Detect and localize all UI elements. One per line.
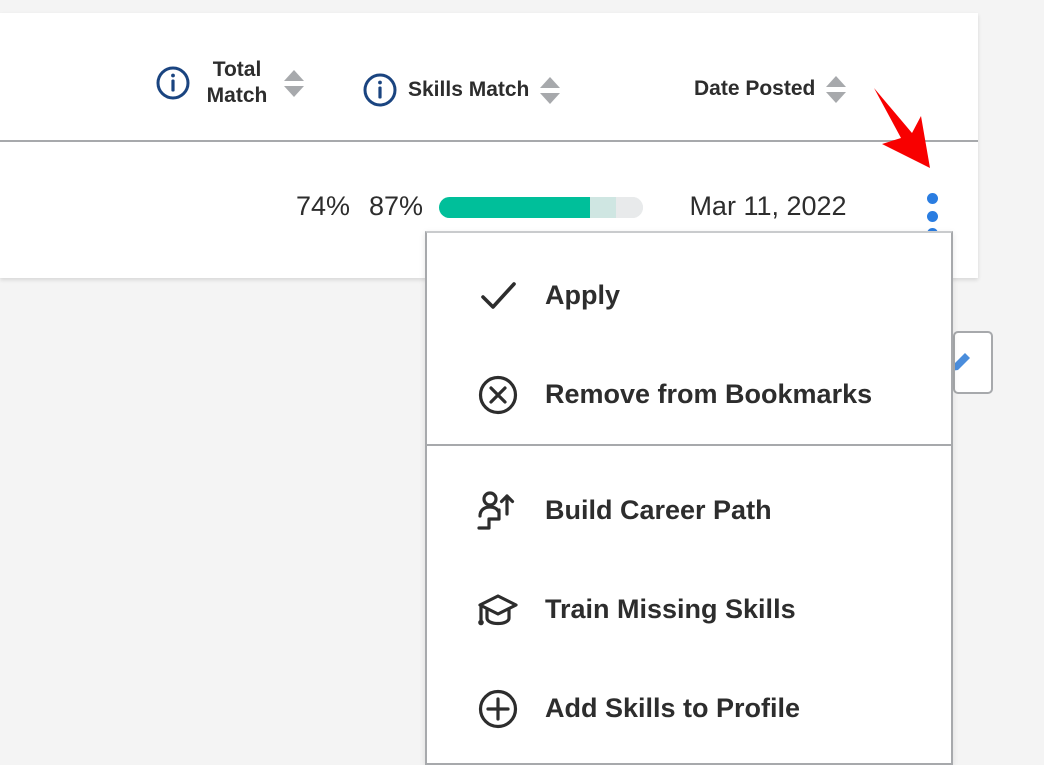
sort-toggle-date-posted[interactable] — [825, 72, 847, 106]
menu-item-build-career-path[interactable]: Build Career Path — [427, 461, 951, 560]
column-header-label: Skills Match — [408, 77, 530, 101]
sort-ascending-icon[interactable] — [284, 69, 304, 81]
cell-skills-match-percent: 87% — [368, 191, 423, 221]
menu-item-remove-from-bookmarks[interactable]: Remove from Bookmarks — [427, 345, 951, 444]
sort-descending-icon[interactable] — [540, 92, 561, 104]
column-header-label: Total Match — [206, 58, 268, 108]
edit-chip-partial[interactable] — [953, 331, 993, 394]
sort-descending-icon[interactable] — [284, 85, 304, 97]
cell-total-match: 74% — [295, 191, 350, 221]
plus-circle-icon — [475, 686, 521, 732]
menu-item-label: Add Skills to Profile — [545, 693, 801, 723]
menu-item-train-missing-skills[interactable]: Train Missing Skills — [427, 560, 951, 659]
menu-item-label: Apply — [545, 280, 621, 310]
skills-match-progress-bar — [439, 197, 643, 218]
sort-ascending-icon[interactable] — [826, 75, 847, 87]
menu-item-apply[interactable]: Apply — [427, 246, 951, 345]
menu-item-label: Build Career Path — [545, 495, 772, 525]
table-header-row: Total Match Skills Match Date Posted — [0, 13, 978, 142]
person-stairs-arrow-icon — [475, 488, 521, 534]
menu-group-secondary: Build Career Path Train Missing Skills A… — [427, 444, 951, 758]
pencil-icon — [955, 353, 970, 371]
menu-item-add-skills-to-profile[interactable]: Add Skills to Profile — [427, 659, 951, 758]
progress-segment-secondary — [589, 197, 617, 218]
column-header-label: Date Posted — [694, 76, 816, 100]
check-icon — [475, 273, 521, 319]
menu-item-label: Train Missing Skills — [545, 594, 796, 624]
sort-ascending-icon[interactable] — [540, 76, 561, 88]
sort-toggle-skills-match[interactable] — [539, 73, 561, 107]
circle-x-icon — [475, 372, 521, 418]
menu-item-label: Remove from Bookmarks — [545, 379, 873, 409]
progress-segment-primary — [439, 197, 590, 218]
column-header-date-posted[interactable]: Date Posted — [694, 72, 847, 106]
info-icon[interactable] — [155, 65, 191, 101]
column-header-total-match[interactable]: Total Match — [155, 57, 305, 110]
sort-descending-icon[interactable] — [826, 91, 847, 103]
menu-group-primary: Apply Remove from Bookmarks — [427, 233, 951, 444]
dot-icon — [926, 193, 938, 204]
dot-icon — [926, 210, 938, 222]
row-actions-dropdown-menu: Apply Remove from Bookmarks Build Career… — [425, 231, 953, 765]
info-icon[interactable] — [362, 72, 398, 108]
column-header-skills-match[interactable]: Skills Match — [362, 72, 561, 108]
graduation-cap-icon — [475, 587, 521, 633]
sort-toggle-total-match[interactable] — [283, 66, 305, 100]
progress-segment-empty — [616, 197, 643, 218]
cell-date-posted: Mar 11, 2022 — [689, 191, 847, 221]
